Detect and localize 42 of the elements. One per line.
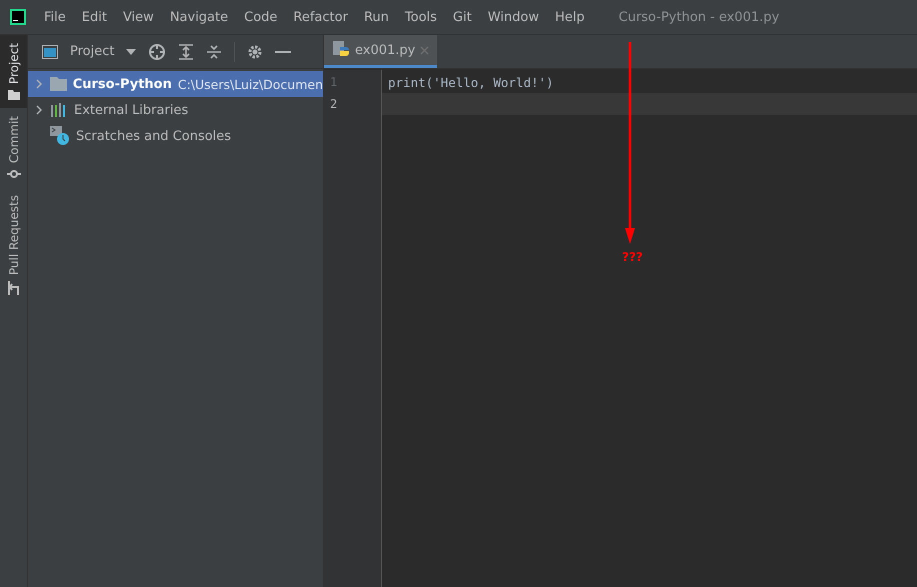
dropdown-caret-icon[interactable] — [126, 48, 136, 54]
tool-window-tab[interactable]: Commit — [0, 108, 27, 188]
folder-icon — [50, 77, 67, 91]
menu-item[interactable]: Git — [444, 10, 480, 24]
libraries-icon — [50, 103, 68, 117]
tool-window-tab[interactable]: Pull Requests — [0, 187, 27, 304]
menu-item[interactable]: Help — [546, 10, 593, 24]
tree-item-name: Curso-Python — [72, 76, 172, 92]
commit-icon — [6, 169, 20, 180]
tree-item-name: Scratches and Consoles — [76, 128, 232, 144]
chevron-right-icon[interactable] — [34, 105, 44, 115]
minimize-icon[interactable] — [275, 50, 292, 54]
window-title: Curso-Python - ex001.py — [618, 10, 780, 24]
menu-item[interactable]: File — [36, 10, 74, 24]
folder-icon — [8, 90, 20, 100]
project-window-icon — [42, 44, 58, 58]
menu-item[interactable]: Run — [356, 10, 397, 24]
settings-icon[interactable] — [247, 44, 264, 60]
annotation-text: ??? — [622, 250, 643, 264]
menu-item[interactable]: View — [114, 10, 162, 24]
editor-tab[interactable]: ex001.py — [324, 35, 438, 68]
menu-item[interactable]: Refactor — [285, 10, 356, 24]
menu-item[interactable]: Navigate — [162, 10, 236, 24]
tool-window-tab[interactable]: Project — [0, 35, 27, 108]
menu-item[interactable]: Edit — [74, 10, 115, 24]
line-number: 2 — [329, 96, 338, 113]
menu-item[interactable]: Tools — [396, 10, 445, 24]
expand-all-icon[interactable] — [178, 44, 194, 60]
menu-item[interactable]: Code — [236, 10, 286, 24]
folder-path: C:\Users\Luiz\Documen — [178, 76, 323, 92]
menu-item[interactable]: Window — [480, 10, 547, 24]
scratches-icon — [50, 126, 70, 146]
tree-item-name: External Libraries — [74, 102, 188, 118]
tree-item[interactable]: Curso-Python C:\Users\Luiz\Documen — [28, 71, 323, 97]
python-file-icon — [332, 41, 350, 59]
pull-request-icon — [8, 281, 20, 296]
app-logo — [10, 9, 26, 25]
tree-item[interactable]: Scratches and Consoles — [28, 123, 323, 149]
panel-title: Project — [70, 44, 114, 59]
tree-item[interactable]: External Libraries — [28, 97, 323, 123]
collapse-all-icon[interactable] — [206, 44, 222, 60]
locate-icon[interactable] — [148, 42, 166, 60]
